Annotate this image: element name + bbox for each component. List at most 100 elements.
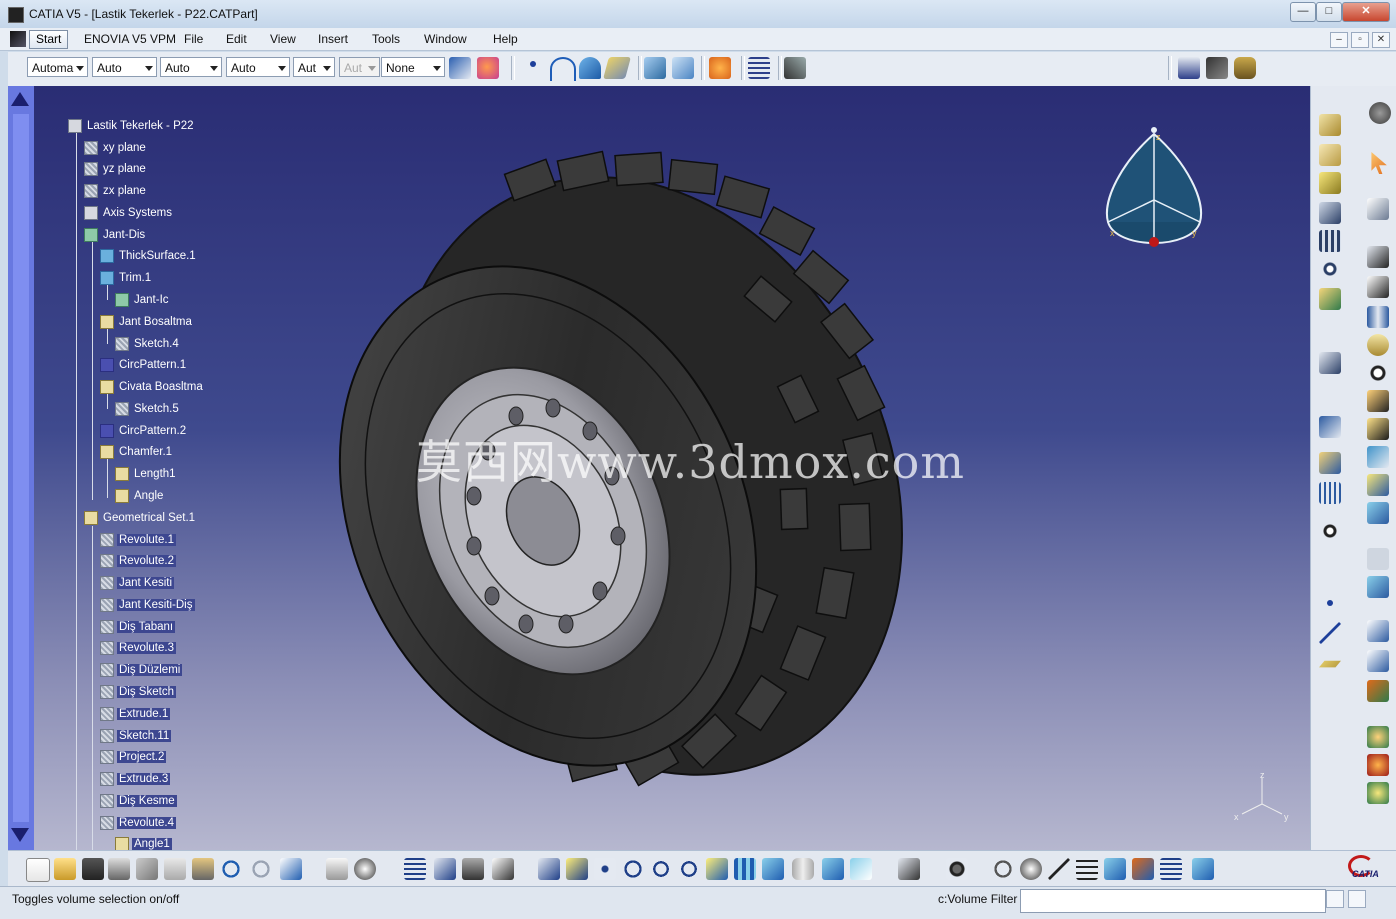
select-arrow-icon[interactable]	[1371, 152, 1387, 174]
law-icon[interactable]	[434, 858, 456, 880]
doc-minimize-button[interactable]: –	[1330, 32, 1348, 48]
maximize-button[interactable]: □	[1316, 2, 1342, 22]
tree-item-zx-plane[interactable]: zx plane	[84, 182, 148, 200]
tree-item-angle1[interactable]: Angle1	[115, 835, 172, 850]
mirror-icon[interactable]	[1319, 416, 1341, 438]
tree-item-jant-ic[interactable]: Jant-Ic	[115, 291, 171, 309]
analysis-curvature-icon[interactable]	[1367, 754, 1389, 776]
painter-icon[interactable]	[449, 57, 471, 79]
print-icon[interactable]	[108, 858, 130, 880]
menu-tools[interactable]: Tools	[372, 32, 400, 46]
menu-insert[interactable]: Insert	[318, 32, 348, 46]
command-input[interactable]	[1020, 889, 1326, 913]
constraint-icon[interactable]	[1367, 680, 1389, 702]
fit-all-in-icon[interactable]	[566, 858, 588, 880]
sweep-icon[interactable]	[579, 57, 601, 79]
close-button[interactable]: ✕	[1342, 2, 1390, 22]
tree-item-project-2[interactable]: Project.2	[100, 748, 167, 766]
point-icon[interactable]	[530, 61, 536, 67]
tree-item-chamfer-1[interactable]: Chamfer.1	[100, 443, 174, 461]
line-icon[interactable]	[1319, 622, 1341, 644]
point-symbol-combo[interactable]: Aut	[293, 57, 335, 77]
ref-point-icon[interactable]	[1327, 600, 1333, 606]
body-insert-icon[interactable]	[1367, 576, 1389, 598]
close-surface-icon[interactable]	[1367, 446, 1389, 468]
menu-edit[interactable]: Edit	[226, 32, 247, 46]
shaft-icon[interactable]	[1319, 172, 1341, 194]
units-icon[interactable]	[1076, 858, 1098, 880]
hole-icon[interactable]	[1319, 202, 1341, 224]
tree-item-revolute-3[interactable]: Revolute.3	[100, 639, 176, 657]
layer-combo[interactable]: None	[381, 57, 445, 77]
undo-icon[interactable]	[220, 858, 242, 880]
menu-view[interactable]: View	[270, 32, 296, 46]
swap-visible-space-icon[interactable]	[850, 858, 872, 880]
open-folder-icon[interactable]	[54, 858, 76, 880]
linetype-combo[interactable]: Auto	[226, 57, 290, 77]
knowledge-comment-icon[interactable]	[354, 858, 376, 880]
tree-item-revolute-1[interactable]: Revolute.1	[100, 531, 176, 549]
new-document-icon[interactable]	[26, 858, 50, 882]
surface-healing-icon[interactable]	[672, 57, 694, 79]
chamfer-icon[interactable]	[1367, 246, 1389, 268]
tree-item-extrude-3[interactable]: Extrude.3	[100, 770, 171, 788]
multi-view-icon[interactable]	[734, 858, 756, 880]
tree-item-revolute-4[interactable]: Revolute.4	[100, 814, 176, 832]
tree-item-extrude-1[interactable]: Extrude.1	[100, 705, 171, 723]
tree-item-length1[interactable]: Length1	[115, 465, 178, 483]
copy-icon[interactable]	[164, 858, 186, 880]
scaling-icon[interactable]	[1319, 520, 1341, 542]
tree-item-circpattern-1[interactable]: CircPattern.1	[100, 356, 188, 374]
fill-icon[interactable]	[603, 57, 631, 79]
layer-filter-icon[interactable]	[1160, 858, 1182, 880]
split-icon[interactable]	[1367, 390, 1389, 412]
design-table-icon[interactable]	[404, 858, 426, 880]
pad-icon[interactable]	[1319, 114, 1341, 136]
selection-trap-icon[interactable]	[1132, 858, 1154, 880]
hide-show-icon[interactable]	[822, 858, 844, 880]
shading-icon[interactable]	[792, 858, 814, 880]
zoom-out-icon[interactable]	[678, 858, 700, 880]
boolean-icon[interactable]	[1367, 548, 1389, 570]
menu-enovia[interactable]: ENOVIA V5 VPM	[84, 32, 176, 46]
transparency-combo[interactable]: Auto	[92, 57, 157, 77]
volume-filter-icon[interactable]	[1104, 858, 1126, 880]
minimize-button[interactable]: —	[1290, 2, 1316, 22]
measure-item-icon[interactable]	[1206, 57, 1228, 79]
hand-select-icon[interactable]	[1020, 858, 1042, 880]
tree-item-axis-systems[interactable]: Axis Systems	[84, 204, 174, 222]
fly-mode-icon[interactable]	[538, 858, 560, 880]
doc-restore-button[interactable]: ▫	[1351, 32, 1369, 48]
user-pattern-icon[interactable]	[1319, 482, 1341, 504]
menu-help[interactable]: Help	[493, 32, 518, 46]
save-icon[interactable]	[82, 858, 104, 880]
render-icon[interactable]	[898, 858, 920, 880]
line-thickness-combo[interactable]: Auto	[160, 57, 222, 77]
thread-icon[interactable]	[1367, 362, 1389, 384]
fillet-icon[interactable]	[1319, 288, 1341, 310]
sew-surface-icon[interactable]	[1367, 474, 1389, 496]
thickness-icon[interactable]	[1367, 334, 1389, 356]
tree-item-sketch-5[interactable]: Sketch.5	[115, 400, 181, 418]
cut-icon[interactable]	[136, 858, 158, 880]
compass-widget[interactable]: z x y	[1096, 122, 1206, 272]
material-icon[interactable]	[477, 57, 499, 79]
capture-camera-icon[interactable]	[946, 858, 968, 880]
axis-icon[interactable]	[1048, 858, 1070, 880]
tree-item-jant-bosaltma[interactable]: Jant Bosaltma	[100, 313, 194, 331]
tree-item-sketch-11[interactable]: Sketch.11	[100, 727, 172, 745]
menu-file[interactable]: File	[184, 32, 203, 46]
tree-item-jant-kesiti[interactable]: Jant Kesiti	[100, 574, 175, 592]
catia-logo-icon[interactable]	[10, 31, 26, 47]
workbench-icon[interactable]	[1369, 102, 1391, 124]
tree-item-dis-tabani[interactable]: Diş Tabanı	[100, 618, 176, 636]
grid-icon[interactable]	[748, 57, 770, 79]
catia-app-icon[interactable]	[8, 7, 24, 23]
tree-item-dis-kesme[interactable]: Diş Kesme	[100, 792, 177, 810]
rotate-icon[interactable]	[622, 858, 644, 880]
tree-item-angle[interactable]: Angle	[115, 487, 165, 505]
menu-window[interactable]: Window	[424, 32, 467, 46]
formula-icon[interactable]	[326, 858, 348, 880]
whats-this-icon[interactable]	[280, 858, 302, 880]
tree-item-dis-duzlemi[interactable]: Diş Düzlemi	[100, 661, 183, 679]
